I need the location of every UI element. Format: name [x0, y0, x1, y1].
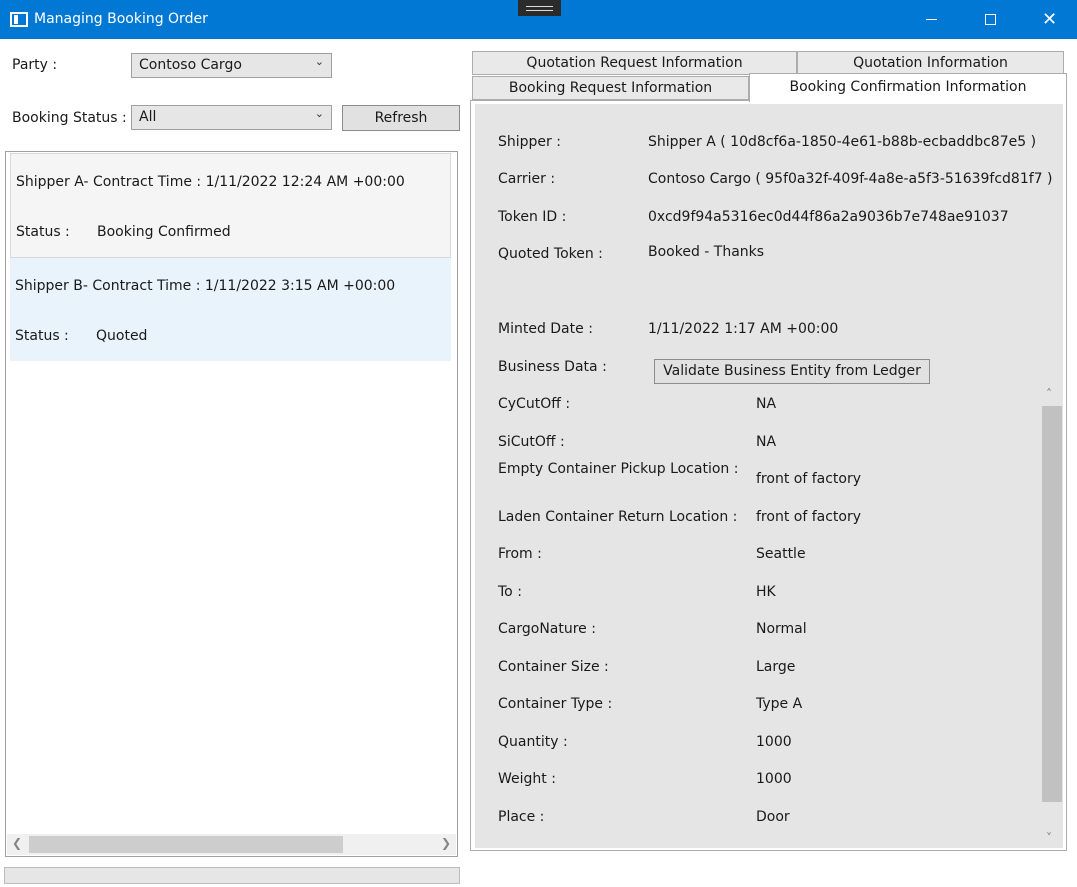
party-label: Party :: [12, 57, 58, 73]
scroll-down-icon[interactable]: ˅: [1046, 831, 1052, 845]
list-item[interactable]: Shipper A- Contract Time : 1/11/2022 12:…: [10, 153, 451, 258]
horizontal-scrollbar[interactable]: ❮ ❯: [7, 834, 456, 855]
quoted-token-value: Booked - Thanks: [648, 244, 765, 260]
minted-date-value: 1/11/2022 1:17 AM +00:00: [648, 321, 839, 337]
order-status-value: Booking Confirmed: [97, 224, 231, 240]
from-value: Seattle: [756, 546, 806, 562]
scrollbar-thumb[interactable]: [1042, 406, 1062, 802]
token-id-value: 0xcd9f94a5316ec0d44f86a2a9036b7e748ae910…: [648, 209, 1009, 225]
scroll-up-icon[interactable]: ˄: [1046, 387, 1052, 401]
order-header: Shipper B- Contract Time : 1/11/2022 3:1…: [15, 278, 396, 294]
progress-bar: [4, 867, 460, 884]
weight-value: 1000: [756, 771, 792, 787]
maximize-icon: [985, 14, 996, 25]
laden-container-return-value: front of factory: [756, 509, 861, 525]
order-header: Shipper A- Contract Time : 1/11/2022 12:…: [16, 174, 405, 190]
booking-status-dropdown-value: All: [139, 109, 157, 125]
token-id-label: Token ID :: [498, 209, 567, 225]
place-label: Place :: [498, 809, 545, 825]
carrier-label: Carrier :: [498, 171, 556, 187]
order-status-value: Quoted: [96, 328, 148, 344]
list-item[interactable]: Shipper B- Contract Time : 1/11/2022 3:1…: [10, 258, 451, 361]
vertical-scrollbar[interactable]: ˄ ˅: [1041, 385, 1063, 847]
container-type-value: Type A: [756, 696, 803, 712]
refresh-button[interactable]: Refresh: [342, 105, 460, 131]
to-label: To :: [498, 584, 522, 600]
cycutoff-value: NA: [756, 396, 777, 412]
scrollbar-thumb[interactable]: [29, 836, 343, 853]
order-status-label: Status :: [15, 328, 69, 344]
cargo-nature-label: CargoNature :: [498, 621, 596, 637]
quantity-label: Quantity :: [498, 734, 568, 750]
minimize-button[interactable]: [902, 0, 961, 39]
scroll-right-icon[interactable]: ❯: [441, 836, 451, 850]
scroll-left-icon[interactable]: ❮: [12, 836, 22, 850]
party-dropdown[interactable]: Contoso Cargo ⌄: [131, 53, 332, 78]
window-title: Managing Booking Order: [34, 11, 208, 27]
shipper-label: Shipper :: [498, 134, 561, 150]
cargo-nature-value: Normal: [756, 621, 807, 637]
chevron-down-icon: ⌄: [314, 107, 324, 120]
from-label: From :: [498, 546, 542, 562]
container-size-label: Container Size :: [498, 659, 609, 675]
cycutoff-label: CyCutOff :: [498, 396, 571, 412]
tab-booking-request[interactable]: Booking Request Information: [472, 76, 749, 100]
chevron-down-icon: ⌄: [314, 55, 324, 68]
order-status-label: Status :: [16, 224, 70, 240]
tab-quotation-request[interactable]: Quotation Request Information: [472, 51, 797, 75]
to-value: HK: [756, 584, 776, 600]
order-list: Shipper A- Contract Time : 1/11/2022 12:…: [5, 151, 458, 857]
maximize-button[interactable]: [961, 0, 1020, 39]
place-value: Door: [756, 809, 790, 825]
carrier-value: Contoso Cargo ( 95f0a32f-409f-4a8e-a5f3-…: [648, 171, 1053, 187]
party-dropdown-value: Contoso Cargo: [139, 57, 242, 73]
minted-date-label: Minted Date :: [498, 321, 593, 337]
drag-grip-icon[interactable]: [518, 0, 561, 16]
close-button[interactable]: ✕: [1020, 0, 1077, 39]
laden-container-return-label: Laden Container Return Location :: [498, 509, 738, 525]
empty-container-pickup-value: front of factory: [756, 471, 861, 487]
booking-status-dropdown[interactable]: All ⌄: [131, 105, 332, 130]
app-icon: [10, 12, 28, 27]
tab-booking-confirmation[interactable]: Booking Confirmation Information: [749, 73, 1067, 102]
close-icon: ✕: [1041, 9, 1058, 30]
sicutoff-label: SiCutOff :: [498, 434, 565, 450]
tab-quotation[interactable]: Quotation Information: [797, 51, 1064, 75]
container-type-label: Container Type :: [498, 696, 613, 712]
validate-business-entity-button[interactable]: Validate Business Entity from Ledger: [654, 359, 930, 384]
quoted-token-label: Quoted Token :: [498, 246, 603, 262]
empty-container-pickup-label: Empty Container Pickup Location :: [498, 461, 739, 477]
weight-label: Weight :: [498, 771, 556, 787]
minimize-icon: [926, 19, 937, 20]
business-data-label: Business Data :: [498, 359, 607, 375]
booking-status-label: Booking Status :: [12, 110, 127, 126]
container-size-value: Large: [756, 659, 796, 675]
shipper-value: Shipper A ( 10d8cf6a-1850-4e61-b88b-ecba…: [648, 134, 1037, 150]
title-bar: Managing Booking Order ✕: [0, 0, 1077, 39]
quantity-value: 1000: [756, 734, 792, 750]
sicutoff-value: NA: [756, 434, 777, 450]
